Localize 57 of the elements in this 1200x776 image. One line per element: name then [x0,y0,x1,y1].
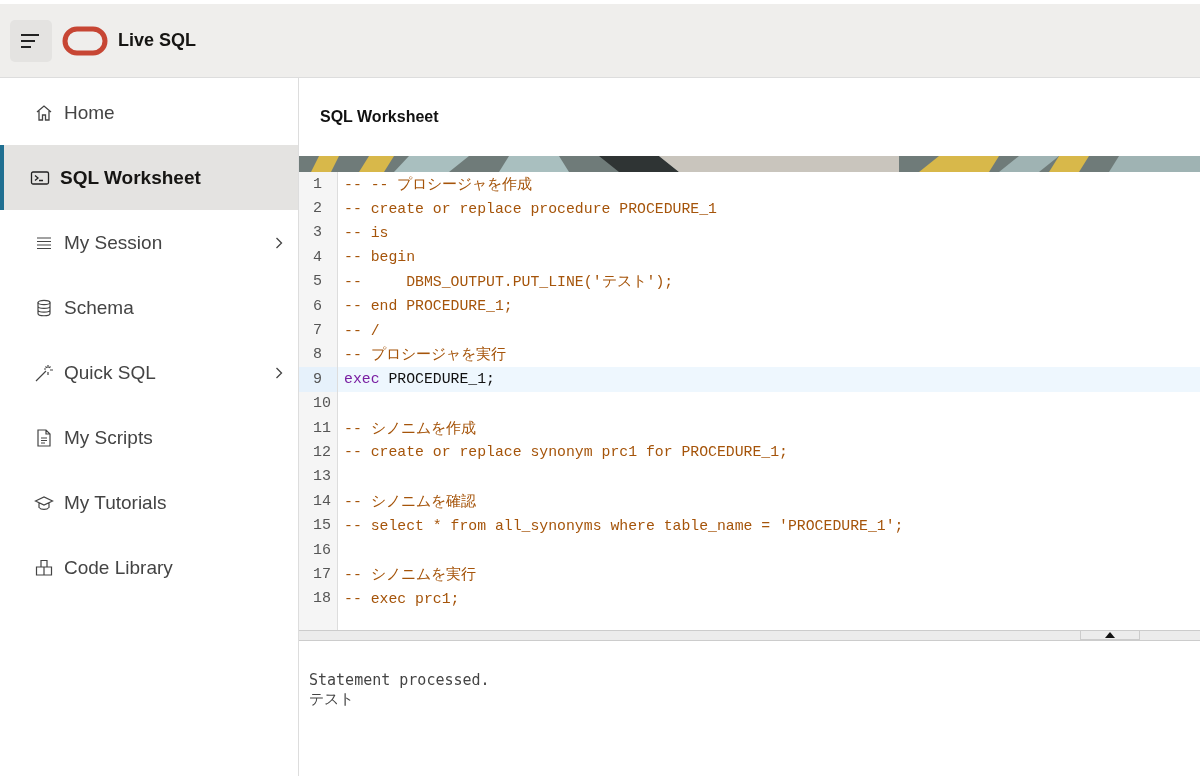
line-number: 3 [299,220,338,246]
code-comment: -- create or replace procedure PROCEDURE_1 [344,200,717,217]
magic-wand-icon [34,362,54,383]
line-number: 17 [299,562,338,587]
code-text: PROCEDURE_1; [387,371,495,388]
line-number: 9 [299,367,338,392]
library-icon [34,557,54,578]
code-keyword: exec [344,371,380,388]
code-comment: -- create or replace synonym prc1 for PROCEDURE_1; [344,444,788,461]
line-number: 4 [299,245,338,270]
code-comment: -- -- プロシージャを作成 [344,176,533,193]
collapse-handle[interactable] [1080,631,1140,640]
sidebar-item[interactable]: My Tutorials [0,470,298,535]
database-icon [34,297,54,318]
line-number: 14 [299,489,338,514]
sidebar-item[interactable]: My Scripts [0,405,298,470]
chevron-right-icon [274,235,284,250]
line-number: 6 [299,293,338,319]
sidebar-item[interactable]: Quick SQL [0,340,298,405]
app-title: Live SQL [118,30,197,51]
chevron-right-icon [274,365,284,380]
sidebar-item[interactable]: Schema [0,275,298,340]
logo-icon [62,25,108,56]
code-comment: -- is [344,224,389,241]
line-number: 18 [299,586,338,612]
line-number: 2 [299,196,338,221]
page-title: SQL Worksheet [320,108,439,126]
document-icon [34,427,54,448]
line-number: 15 [299,513,338,538]
line-number: 7 [299,318,338,343]
menu-button[interactable] [10,19,52,62]
code-comment: -- / [344,322,380,339]
output-text: Statement processed. [309,671,490,690]
line-number: 12 [299,440,338,465]
triangle-up-icon [1105,632,1115,638]
code-comment: -- DBMS_OUTPUT.PUT_LINE('テスト'); [344,274,674,291]
code-comment: -- シノニムを実行 [344,566,476,583]
line-number: 16 [299,537,338,563]
line-number: 11 [299,415,338,441]
line-number: 13 [299,464,338,490]
code-comment: -- end PROCEDURE_1; [344,298,513,315]
code-comment: -- exec prc1; [344,590,460,607]
menu-icon [21,33,41,48]
code-comment: -- シノニムを作成 [344,420,476,437]
sidebar-item[interactable]: Code Library [0,535,298,600]
output-text: テスト [309,690,354,709]
line-number: 1 [299,172,338,197]
code-comment: -- select * from all_synonyms where table_name = 'PROCEDURE_1'; [344,517,904,534]
line-number: 8 [299,342,338,368]
sidebar-item[interactable]: SQL Worksheet [0,145,298,210]
code-comment: -- プロシージャを実行 [344,347,506,364]
line-number: 5 [299,269,338,294]
line-number: 10 [299,391,338,416]
code-comment: -- シノニムを確認 [344,493,476,510]
sidebar-item[interactable]: Home [0,80,298,145]
code-comment: -- begin [344,249,416,266]
sidebar-item[interactable]: My Session [0,210,298,275]
